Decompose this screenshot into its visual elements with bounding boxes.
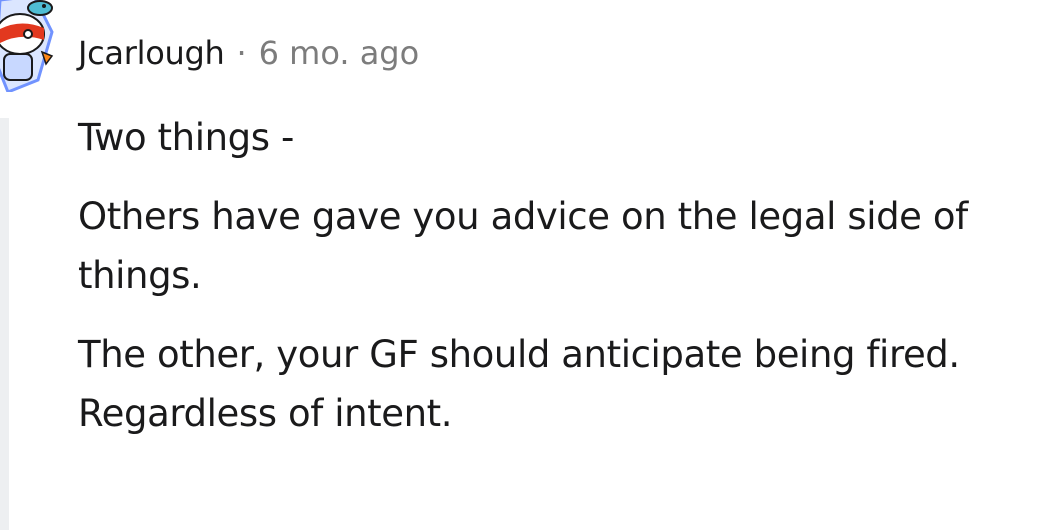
comment-paragraph: Others have gave you advice on the legal… [78, 195, 968, 297]
comment-meta: Jcarlough · 6 mo. ago [78, 33, 419, 73]
comment-paragraph: The other, your GF should anticipate bei… [78, 333, 960, 435]
thread-line[interactable] [0, 118, 9, 530]
meta-separator: · [236, 34, 247, 72]
comment: Jcarlough · 6 mo. ago Two things - Other… [0, 0, 1055, 530]
author-name[interactable]: Jcarlough [78, 33, 225, 73]
comment-paragraph: Two things - [78, 116, 294, 159]
user-avatar[interactable] [0, 0, 58, 92]
comment-body: Two things - Others have gave you advice… [78, 108, 1048, 463]
comment-timestamp[interactable]: 6 mo. ago [259, 33, 420, 73]
